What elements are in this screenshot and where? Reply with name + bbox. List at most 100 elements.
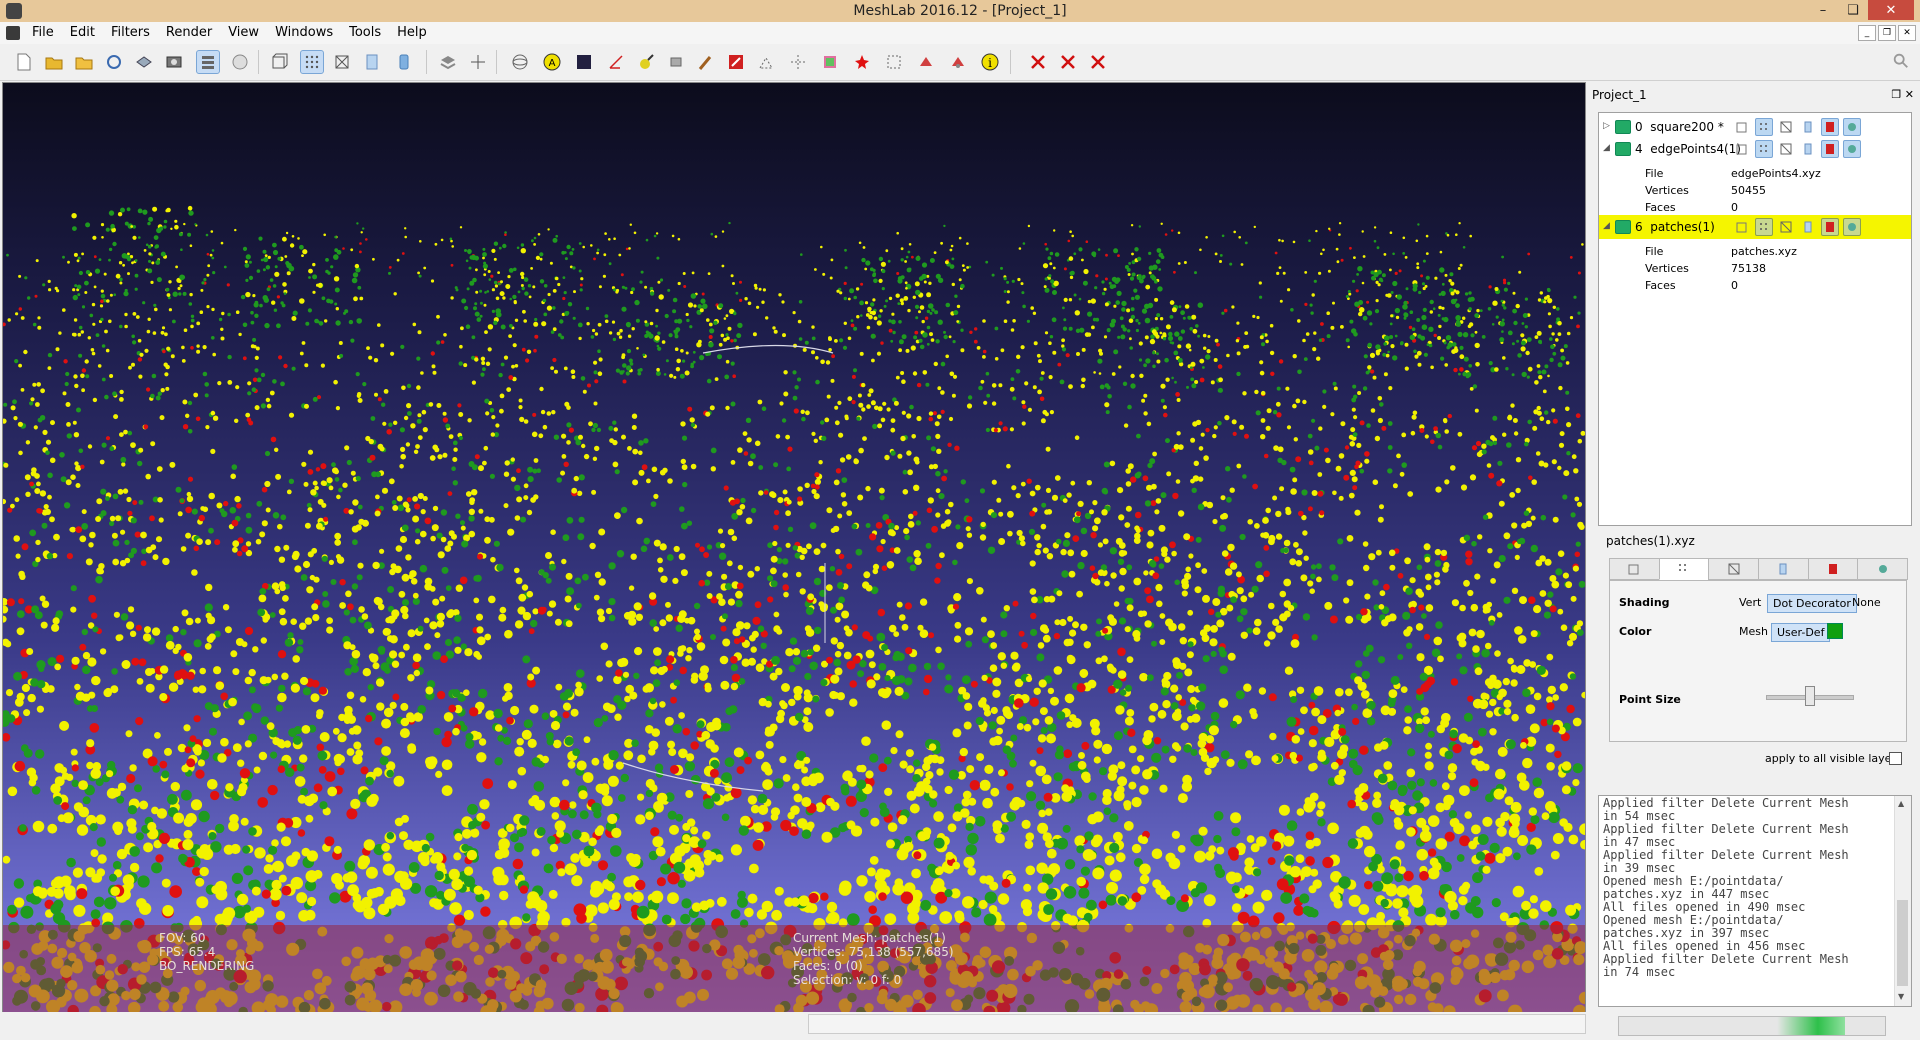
- tab-points[interactable]: [1658, 558, 1710, 580]
- info-icon[interactable]: i: [978, 50, 1002, 74]
- menu-help[interactable]: Help: [389, 25, 435, 41]
- minimize-button[interactable]: –: [1808, 0, 1838, 20]
- z-painting-icon[interactable]: [818, 50, 842, 74]
- align-icon[interactable]: [664, 50, 688, 74]
- 3d-viewport[interactable]: FOV: 60 FPS: 65.4 BO_RENDERING Current M…: [2, 82, 1586, 1013]
- axes-icon[interactable]: [466, 50, 490, 74]
- expand-arrow-icon[interactable]: ▷: [1603, 121, 1610, 131]
- trackball-icon[interactable]: [508, 50, 532, 74]
- mdi-restore-button[interactable]: ❐: [1878, 25, 1896, 41]
- dot-decorator-button[interactable]: Dot Decorator: [1767, 594, 1857, 613]
- bbox-icon[interactable]: [1733, 118, 1751, 136]
- flat-icon[interactable]: [1799, 118, 1817, 136]
- menu-filters[interactable]: Filters: [103, 25, 158, 41]
- smooth-icon[interactable]: [392, 50, 416, 74]
- georef-image-icon[interactable]: [572, 50, 596, 74]
- menu-tools[interactable]: Tools: [341, 25, 389, 41]
- info-overlay: FOV: 60 FPS: 65.4 BO_RENDERING Current M…: [3, 925, 1585, 1012]
- tab-bbox[interactable]: [1609, 558, 1660, 580]
- bbox-icon[interactable]: [1733, 218, 1751, 236]
- light-icon[interactable]: [228, 50, 252, 74]
- tab-texture[interactable]: [1807, 558, 1859, 580]
- georef-icon[interactable]: [850, 50, 874, 74]
- texture-icon[interactable]: [1821, 218, 1839, 236]
- wireframe-icon[interactable]: [1777, 118, 1795, 136]
- apply-all-checkbox[interactable]: [1889, 752, 1902, 765]
- log-panel[interactable]: Applied filter Delete Current Mesh in 54 …: [1598, 795, 1912, 1007]
- menu-view[interactable]: View: [220, 25, 267, 41]
- rotate-icon[interactable]: [914, 50, 938, 74]
- save-icon[interactable]: [132, 50, 156, 74]
- measure-icon[interactable]: [604, 50, 628, 74]
- log-scrollbar[interactable]: ▲ ▼: [1894, 796, 1911, 1006]
- shading-none-option[interactable]: None: [1852, 596, 1881, 609]
- select-vertex-icon[interactable]: [754, 50, 778, 74]
- wireframe-icon[interactable]: [1777, 218, 1795, 236]
- visibility-eye-icon[interactable]: [1615, 220, 1631, 234]
- user-def-color-button[interactable]: User-Def: [1771, 623, 1831, 642]
- mdi-minimize-button[interactable]: _: [1858, 25, 1876, 41]
- close-panel-icon[interactable]: ✕: [1905, 88, 1914, 101]
- color-swatch[interactable]: [1827, 623, 1843, 639]
- delete-vertex-icon[interactable]: [1056, 50, 1080, 74]
- snapshot-icon[interactable]: [162, 50, 186, 74]
- points-icon[interactable]: [1755, 140, 1773, 158]
- layer-row-patches[interactable]: ◢ 6 patches(1): [1599, 215, 1911, 239]
- point-size-slider-handle[interactable]: [1804, 686, 1815, 706]
- color-icon[interactable]: [1843, 218, 1861, 236]
- new-project-icon[interactable]: [12, 50, 36, 74]
- point-size-label: Point Size: [1619, 693, 1681, 706]
- search-icon[interactable]: [1892, 52, 1910, 73]
- layer-dialog-icon[interactable]: [196, 50, 220, 74]
- flat-icon[interactable]: [1799, 218, 1817, 236]
- tab-solid[interactable]: [1758, 558, 1809, 580]
- layer-row-edgepoints4[interactable]: ◢ 4 edgePoints4(1): [1599, 137, 1911, 161]
- select-connected-icon[interactable]: [786, 50, 810, 74]
- color-icon[interactable]: [1843, 140, 1861, 158]
- paint-icon[interactable]: [694, 50, 718, 74]
- visibility-eye-icon[interactable]: [1615, 120, 1631, 134]
- mdi-close-button[interactable]: ✕: [1898, 25, 1916, 41]
- menu-windows[interactable]: Windows: [267, 25, 341, 41]
- open-project-icon[interactable]: [42, 50, 66, 74]
- points-icon[interactable]: [1755, 118, 1773, 136]
- title-bar: MeshLab 2016.12 - [Project_1] – ❑ ✕: [0, 0, 1920, 23]
- pick-points-icon[interactable]: [882, 50, 906, 74]
- texture-icon[interactable]: [436, 50, 460, 74]
- maximize-button[interactable]: ❑: [1838, 0, 1868, 20]
- menu-render[interactable]: Render: [158, 25, 220, 41]
- texture-icon[interactable]: [1821, 140, 1839, 158]
- reload-icon[interactable]: [102, 50, 126, 74]
- wireframe-icon[interactable]: [1777, 140, 1795, 158]
- scroll-down-icon[interactable]: ▼: [1898, 992, 1904, 1001]
- transform-icon[interactable]: [946, 50, 970, 74]
- delete-face-icon[interactable]: [1026, 50, 1050, 74]
- points-icon[interactable]: [1755, 218, 1773, 236]
- tab-wireframe[interactable]: [1708, 558, 1760, 580]
- color-picker-icon[interactable]: [634, 50, 658, 74]
- texture-icon[interactable]: [1821, 118, 1839, 136]
- close-button[interactable]: ✕: [1868, 0, 1914, 20]
- delete-all-icon[interactable]: [1086, 50, 1110, 74]
- menu-edit[interactable]: Edit: [62, 25, 103, 41]
- tab-color[interactable]: [1857, 558, 1909, 580]
- scroll-thumb[interactable]: [1897, 900, 1908, 986]
- visibility-eye-icon[interactable]: [1615, 142, 1631, 156]
- bbox-icon[interactable]: [268, 50, 292, 74]
- layer-row-square200[interactable]: ▷ 0 square200 *: [1599, 115, 1911, 139]
- open-mesh-icon[interactable]: [72, 50, 96, 74]
- expand-arrow-icon[interactable]: ◢: [1603, 143, 1610, 153]
- scroll-up-icon[interactable]: ▲: [1898, 799, 1904, 808]
- wireframe-icon[interactable]: [330, 50, 354, 74]
- flat-icon[interactable]: [360, 50, 384, 74]
- expand-arrow-icon[interactable]: ◢: [1603, 221, 1610, 231]
- edit-annotation-icon[interactable]: A: [540, 50, 564, 74]
- select-faces-icon[interactable]: [724, 50, 748, 74]
- prop-key: File: [1645, 167, 1664, 180]
- menu-file[interactable]: File: [24, 25, 62, 41]
- points-render-icon[interactable]: [300, 50, 324, 74]
- bbox-icon[interactable]: [1733, 140, 1751, 158]
- color-icon[interactable]: [1843, 118, 1861, 136]
- flat-icon[interactable]: [1799, 140, 1817, 158]
- float-panel-icon[interactable]: ❐: [1891, 88, 1901, 101]
